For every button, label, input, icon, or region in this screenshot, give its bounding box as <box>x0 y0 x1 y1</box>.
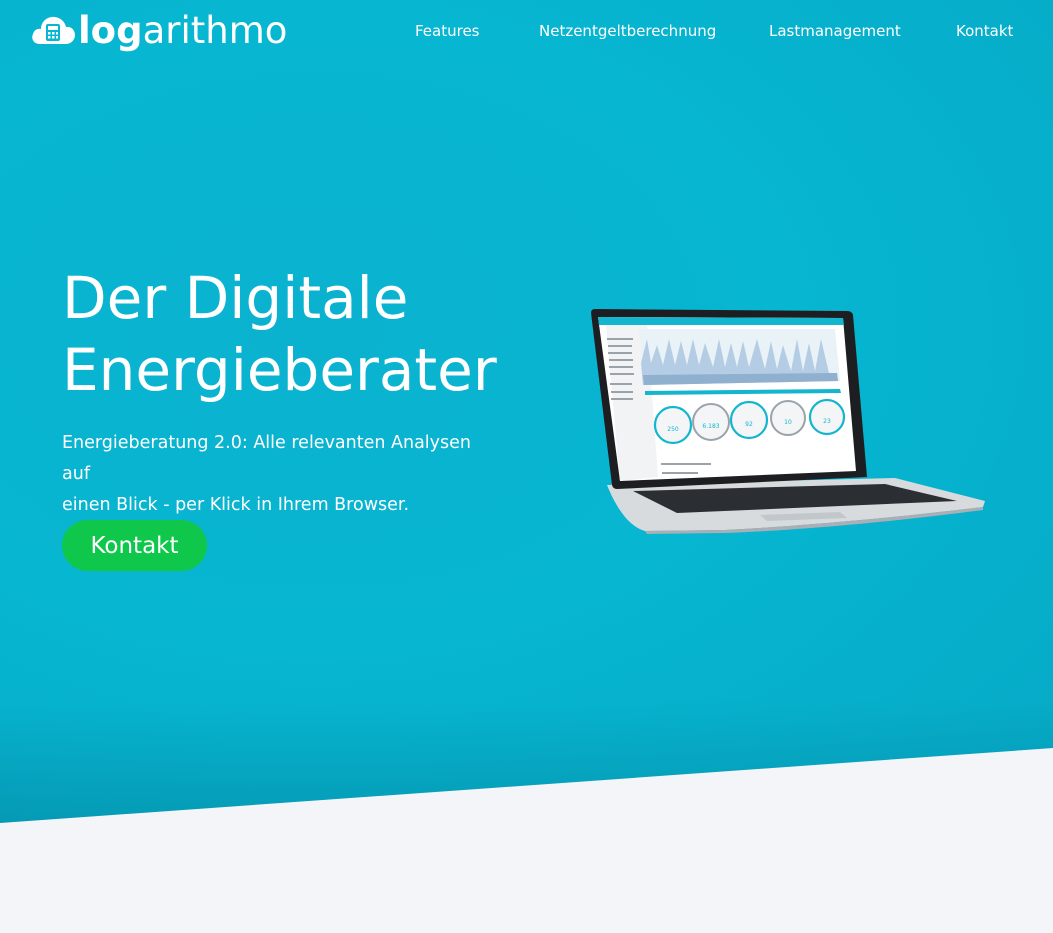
gauge-value-1: 250 <box>667 426 679 433</box>
hero-headline: Der Digitale Energieberater <box>62 262 562 406</box>
headline-line-1: Der Digitale <box>62 264 409 332</box>
contact-button[interactable]: Kontakt <box>62 520 207 571</box>
subtext-line-1: Energieberatung 2.0: Alle relevanten Ana… <box>62 433 472 484</box>
gauge-value-4: 10 <box>784 419 792 426</box>
headline-line-2: Energieberater <box>62 336 497 404</box>
hero-section: log arithmo Features Netzentgeltberechnun… <box>0 0 1053 823</box>
nav-link-netzentgeltberechnung[interactable]: Netzentgeltberechnung <box>539 22 716 40</box>
hero-bottom-shadow <box>0 700 1053 823</box>
hero-subtext: Energieberatung 2.0: Alle relevanten Ana… <box>62 428 502 521</box>
nav-link-kontakt[interactable]: Kontakt <box>956 22 1013 40</box>
nav-link-features[interactable]: Features <box>415 22 480 40</box>
subtext-line-2: einen Blick - per Klick in Ihrem Browser… <box>62 495 410 515</box>
logo-text-bold: log <box>78 8 143 52</box>
cloud-calculator-icon <box>32 16 75 44</box>
top-navigation: log arithmo Features Netzentgeltberechnun… <box>0 0 1053 64</box>
gauge-value-5: 23 <box>823 418 831 425</box>
logo-link[interactable]: log arithmo <box>30 8 287 52</box>
laptop-mockup-image: 250 6.183 92 10 23 <box>591 309 985 534</box>
gauge-value-3: 92 <box>745 421 753 428</box>
logo-text-light: arithmo <box>142 8 288 52</box>
nav-link-lastmanagement[interactable]: Lastmanagement <box>769 22 901 40</box>
gauge-value-2: 6.183 <box>702 423 719 430</box>
